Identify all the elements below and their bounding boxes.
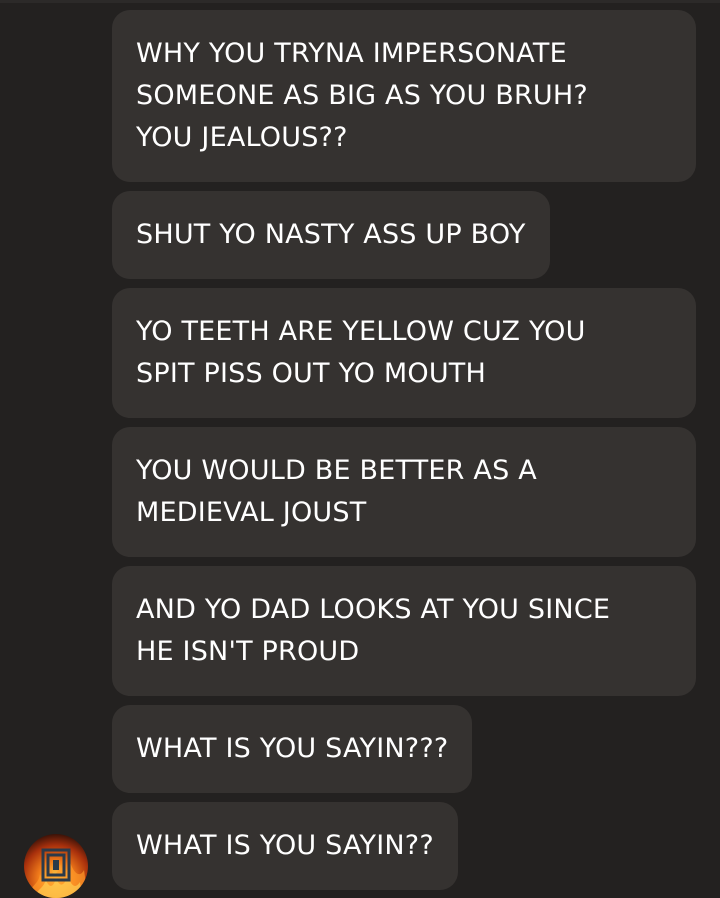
message-bubble[interactable]: SHUT YO NASTY ASS UP BOY bbox=[112, 191, 550, 279]
message-bubble[interactable]: YO TEETH ARE YELLOW CUZ YOU SPIT PISS OU… bbox=[112, 288, 696, 418]
message-bubble[interactable]: WHY YOU TRYNA IMPERSONATE SOMEONE AS BIG… bbox=[112, 10, 696, 182]
message-bubble[interactable]: WHAT IS YOU SAYIN??? bbox=[112, 705, 473, 793]
top-divider bbox=[0, 0, 720, 3]
message-bubble[interactable]: YOU WOULD BE BETTER AS A MEDIEVAL JOUST bbox=[112, 427, 696, 557]
chat-screen: WHY YOU TRYNA IMPERSONATE SOMEONE AS BIG… bbox=[0, 0, 720, 898]
flaming-logo-avatar-icon bbox=[24, 834, 88, 898]
sender-avatar[interactable] bbox=[24, 834, 88, 898]
message-bubble[interactable]: AND YO DAD LOOKS AT YOU SINCE HE ISN'T P… bbox=[112, 566, 696, 696]
message-thread: WHY YOU TRYNA IMPERSONATE SOMEONE AS BIG… bbox=[112, 10, 696, 898]
message-bubble[interactable]: WHAT IS YOU SAYIN?? bbox=[112, 802, 458, 890]
